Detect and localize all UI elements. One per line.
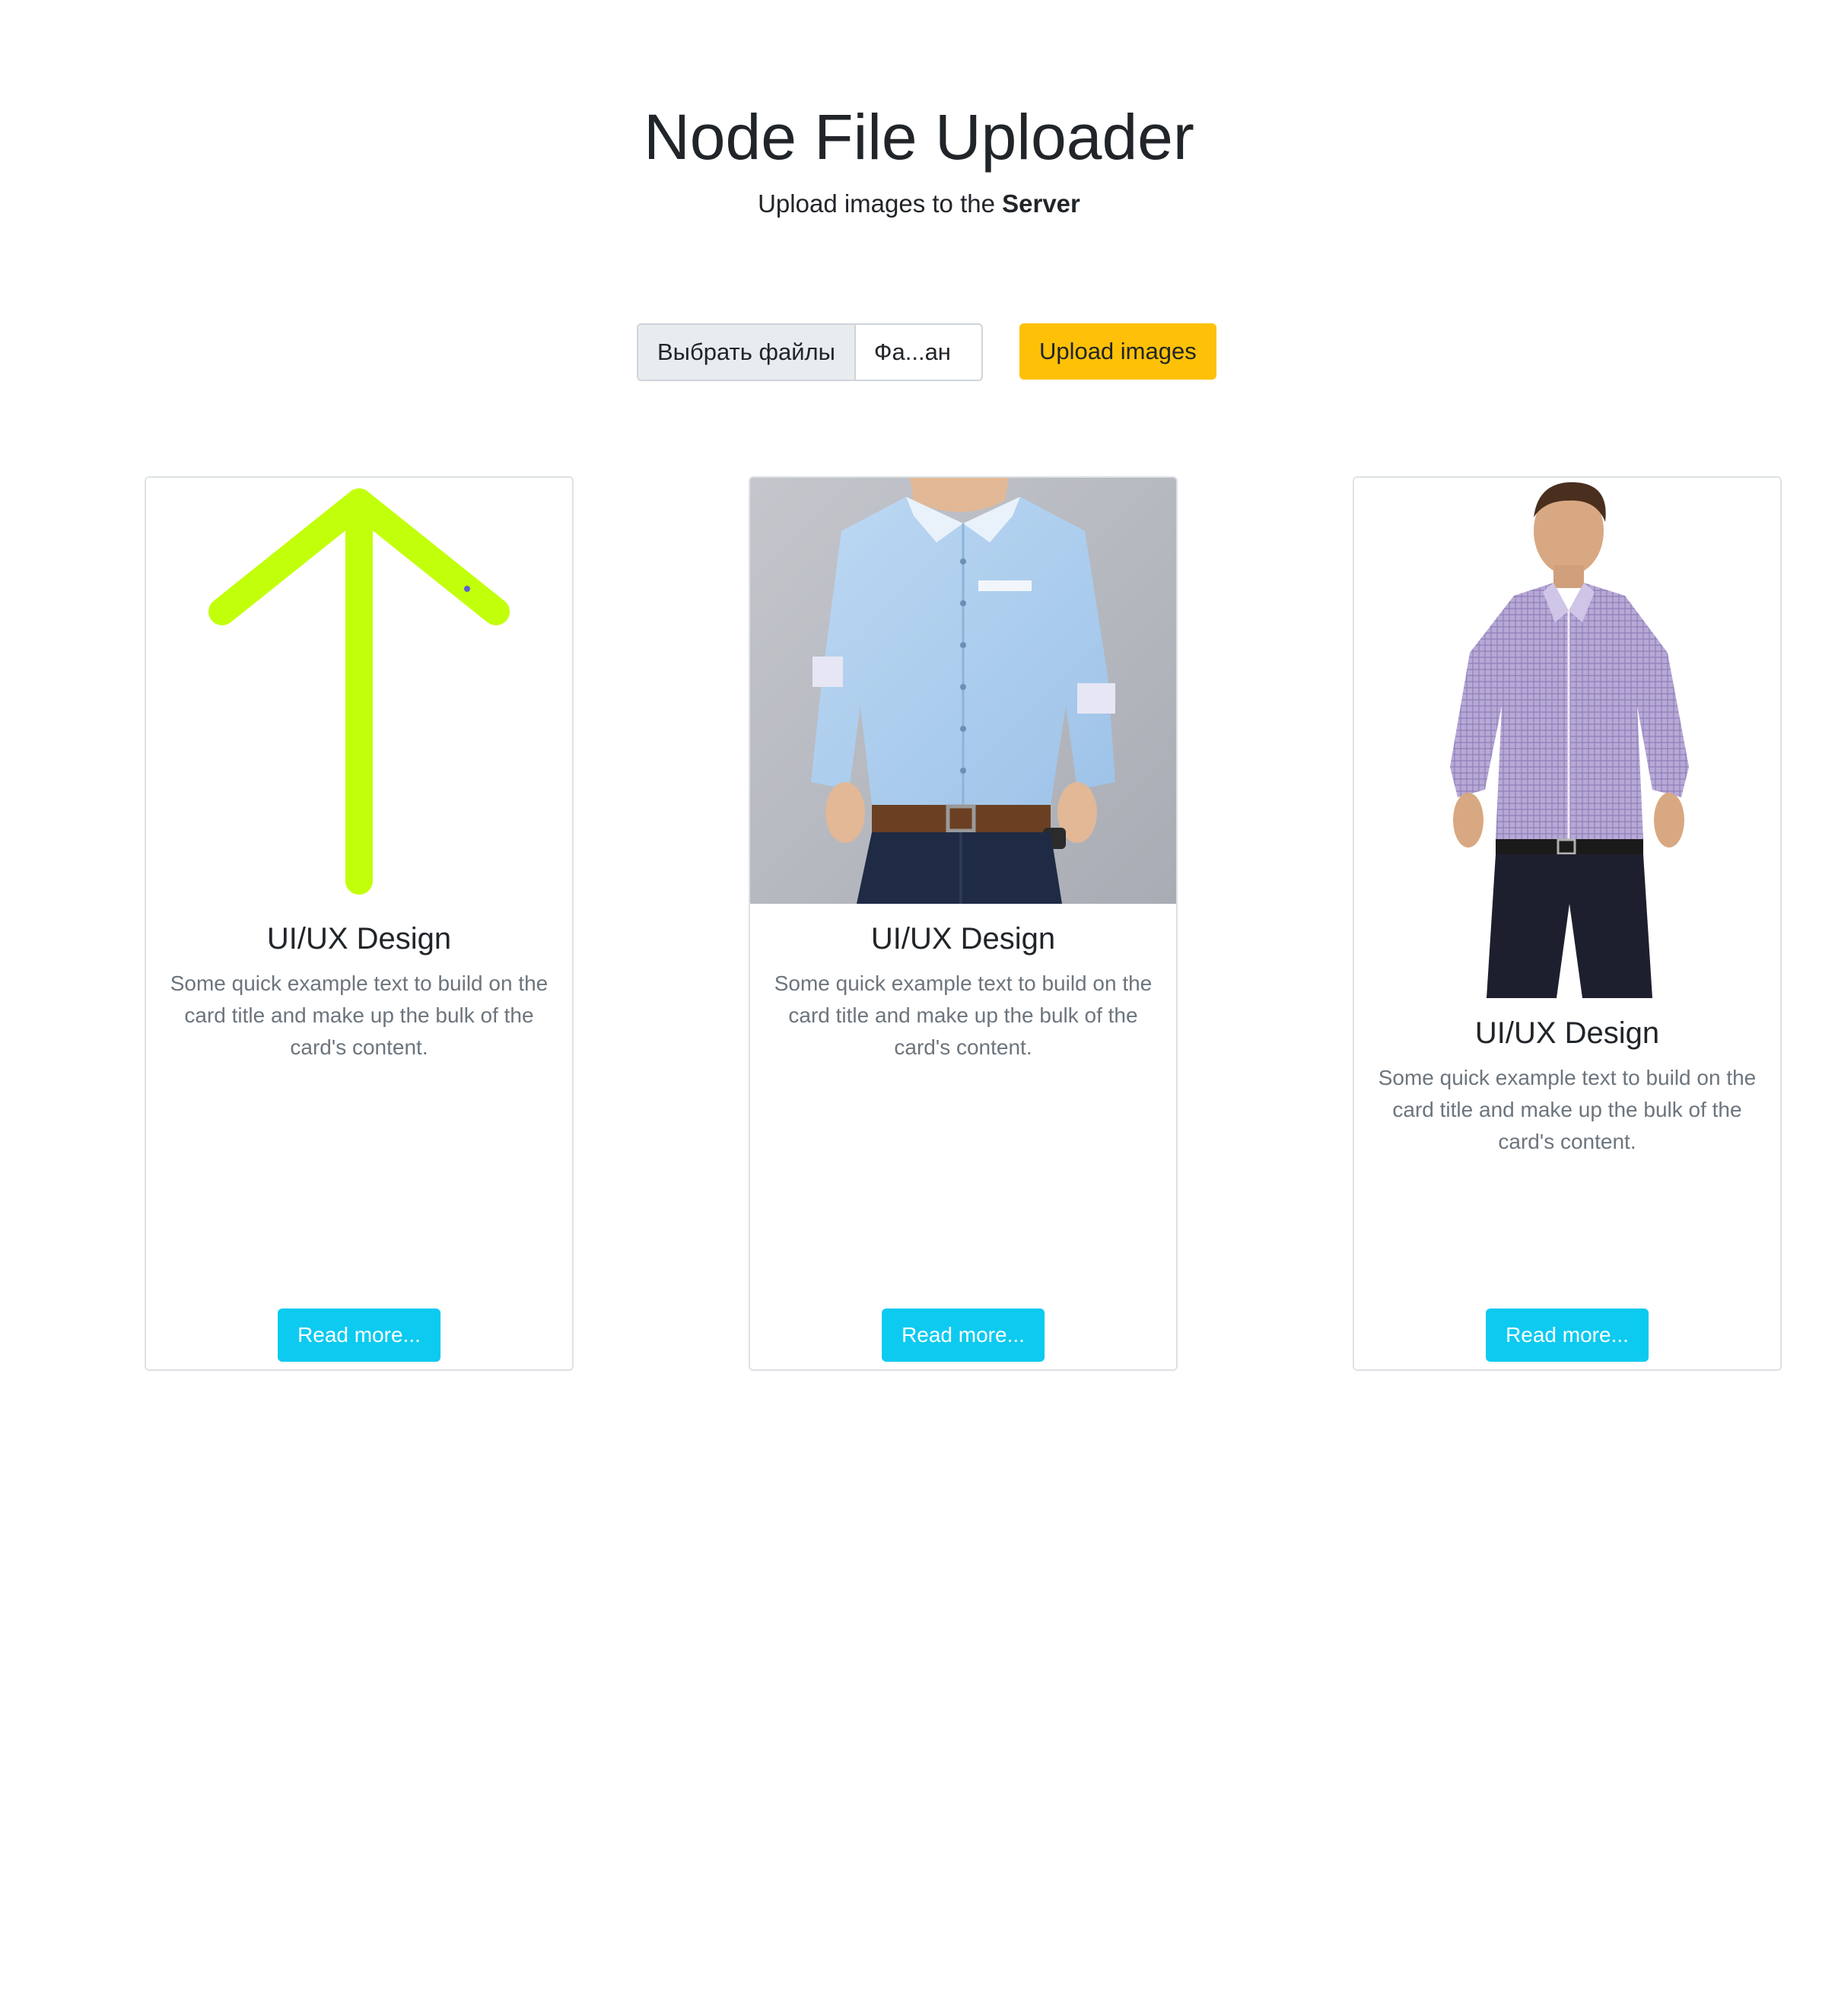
read-more-button[interactable]: Read more... [278,1308,440,1362]
page: Node File Uploader Upload images to the … [0,0,1838,2016]
card-title: UI/UX Design [870,922,1056,956]
card-title: UI/UX Design [1474,1016,1660,1050]
card: UI/UX Design Some quick example text to … [749,476,1178,1371]
subtitle-strong-text: Server [1002,189,1080,218]
card-body: UI/UX Design Some quick example text to … [1354,1013,1780,1158]
page-title: Node File Uploader [644,101,1194,173]
card-text: Some quick example text to build on the … [170,971,549,1059]
blue-shirt-photo [750,478,1176,904]
card-text: Some quick example text to build on the … [774,971,1153,1059]
selected-file-name: Фа...ан [873,339,951,365]
card: UI/UX Design Some quick example text to … [145,476,574,1371]
card-body: UI/UX Design Some quick example text to … [750,919,1176,1064]
card-body: UI/UX Design Some quick example text to … [146,919,572,1064]
read-more-button[interactable]: Read more... [1486,1308,1649,1362]
upload-images-button[interactable]: Upload images [1019,323,1216,380]
page-subtitle: Upload images to the Server [0,187,1838,221]
page-header: Node File Uploader Upload images to the … [0,99,1838,221]
choose-files-button[interactable]: Выбрать файлы [638,325,856,380]
checked-shirt-photo [1354,478,1780,998]
read-more-button[interactable]: Read more... [882,1308,1045,1362]
card-text: Some quick example text to build on the … [1378,1066,1757,1153]
upload-form: Выбрать файлы Фа...ан Upload images [637,323,1216,381]
card: UI/UX Design Some quick example text to … [1353,476,1782,1371]
subtitle-text: Upload images to the [758,189,1003,218]
upload-arrow-icon [208,488,510,895]
card-title: UI/UX Design [266,922,452,956]
file-input[interactable]: Выбрать файлы Фа...ан [637,323,983,381]
